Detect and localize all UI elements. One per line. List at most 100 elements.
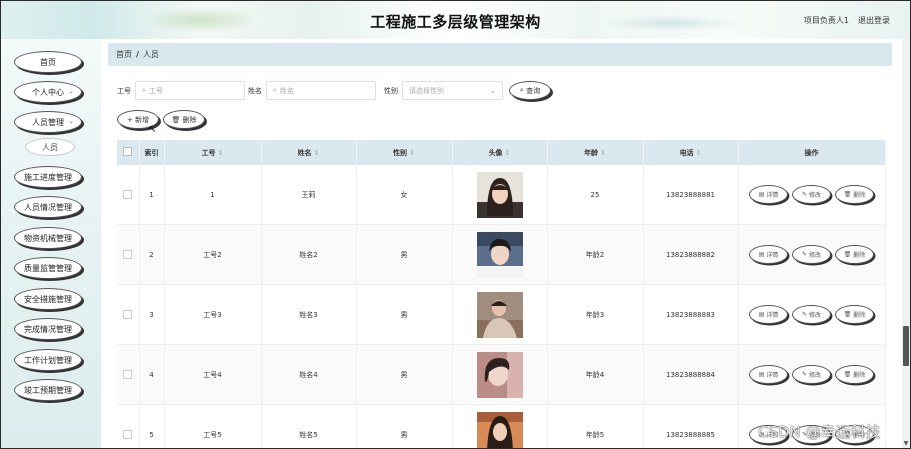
sidebar-item-completion-forecast[interactable]: 竣工预期管理 (14, 379, 82, 401)
sidebar-item-home[interactable]: 首页 (14, 51, 82, 73)
avatar (476, 171, 523, 218)
cell-gender: 男 (356, 224, 453, 285)
cell-gender: 男 (356, 344, 453, 405)
document-icon: ▤ (758, 311, 767, 318)
gonghao-placeholder: 工号 (148, 86, 163, 95)
row-delete-button-label: 删除 (853, 252, 866, 259)
table-row[interactable]: 4 工号4 姓名4 男年龄4 13823888884 ▤ 详情 ✎ 修改 🗑 删除 (117, 344, 886, 405)
row-checkbox[interactable] (117, 165, 140, 225)
breadcrumb: 首页 / 人员 (108, 43, 892, 66)
row-delete-button[interactable]: 🗑 删除 (835, 305, 874, 324)
detail-button[interactable]: ▤ 详情 (749, 185, 788, 204)
sidebar-item-personnel[interactable]: 人员管理 ⌄ (14, 111, 82, 133)
cell-gonghao: 工号2 (164, 224, 262, 285)
sidebar-item-plan[interactable]: 工作计划管理 (14, 349, 82, 371)
table-row[interactable]: 3 工号3 姓名3 男年龄3 13823888883 ▤ 详情 ✎ 修改 🗑 删除 (117, 284, 886, 345)
name-label: 姓名 (248, 87, 262, 95)
sidebar-item-safety[interactable]: 安全措施管理 (14, 288, 82, 310)
avatar (476, 351, 523, 398)
name-input[interactable]: ⌕ 姓名 (266, 81, 376, 100)
scroll-down-icon[interactable]: ▼ (903, 440, 909, 447)
sort-icon: ⇕ (600, 148, 606, 157)
sort-icon: ⇕ (217, 148, 224, 157)
avatar (476, 291, 523, 338)
logout-link[interactable]: 退出登录 (858, 15, 890, 26)
sidebar-item-profile[interactable]: 个人中心 ⌄ (14, 81, 82, 103)
sidebar-item-staff-status[interactable]: 人员情况管理 (14, 196, 82, 218)
sidebar-item-label: 个人中心 (32, 87, 64, 97)
cell-ops: ▤ 详情 ✎ 修改 🗑 删除 (738, 284, 886, 345)
sidebar-item-completion[interactable]: 完成情况管理 (14, 318, 82, 340)
col-age[interactable]: 年龄 ⇕ (547, 140, 644, 165)
row-delete-button[interactable]: 🗑 删除 (835, 365, 874, 384)
edit-button[interactable]: ✎ 修改 (792, 305, 831, 324)
search-bar: 工号 ⌕ 工号 姓名 ⌕ 姓名 性别 请选择性别 ⌄ ⌕ 查询 (117, 81, 877, 101)
col-name[interactable]: 姓名 ⇕ (261, 140, 357, 165)
sidebar-item-materials[interactable]: 物资机械管理 (14, 227, 82, 249)
scrollbar[interactable] (902, 39, 910, 448)
gender-label: 性别 (384, 87, 398, 95)
edit-button[interactable]: ✎ 修改 (792, 365, 831, 384)
personnel-table: 索引 工号 ⇕ 姓名 ⇕ 性别 ⇕ 头像 ⇕ 年龄 ⇕ 电话 ⇕ 操作 1 1 王莉女 25 138… (117, 140, 886, 448)
chevron-down-icon: ⌄ (68, 87, 74, 95)
sidebar-item-quality[interactable]: 质量监管管理 (14, 257, 82, 279)
cell-age: 年龄5 (547, 404, 644, 448)
edit-button[interactable]: ✎ 修改 (792, 245, 831, 264)
row-delete-button[interactable]: 🗑 删除 (835, 185, 874, 204)
table-row[interactable]: 1 1 王莉女 25 13823888881 ▤ 详情 ✎ 修改 🗑 删除 (117, 165, 886, 225)
col-gender[interactable]: 性别 ⇕ (356, 140, 453, 165)
col-avatar[interactable]: 头像 ⇕ (452, 140, 548, 165)
detail-button-label: 详情 (766, 312, 779, 319)
cell-gonghao: 工号3 (164, 284, 262, 345)
breadcrumb-current: 人员 (142, 50, 159, 59)
row-delete-button[interactable]: 🗑 删除 (835, 245, 874, 264)
cell-gender: 男 (356, 284, 453, 345)
sidebar: 首页 个人中心 ⌄ 人员管理 ⌄ 人员 施工进度管理 人员情况管理 物资机械管理 质… (1, 39, 101, 448)
detail-button[interactable]: ▤ 详情 (749, 365, 788, 384)
name-placeholder: 姓名 (279, 86, 294, 95)
query-button[interactable]: ⌕ 查询 (509, 81, 551, 100)
cell-gonghao: 1 (164, 165, 262, 225)
gender-select[interactable]: 请选择性别 ⌄ (402, 81, 503, 100)
row-checkbox[interactable] (117, 344, 140, 405)
current-user: 项目负责人1 (803, 16, 849, 25)
cell-index: 1 (139, 165, 165, 225)
cell-phone: 13823888883 (643, 284, 739, 345)
table-row[interactable]: 2 工号2 姓名2 男年龄2 13823888882 ▤ 详情 ✎ 修改 🗑 删除 (117, 224, 886, 285)
edit-button[interactable]: ✎ 修改 (792, 185, 831, 204)
col-phone[interactable]: 电话 ⇕ (643, 140, 739, 165)
row-checkbox[interactable] (117, 284, 140, 345)
trash-icon: 🗑 (843, 191, 854, 198)
detail-button-label: 详情 (766, 372, 779, 379)
avatar (476, 231, 523, 278)
pencil-icon: ✎ (802, 311, 809, 318)
scrollbar-thumb[interactable] (903, 326, 909, 366)
sidebar-item-label: 人员情况管理 (24, 202, 72, 212)
detail-button[interactable]: ▤ 详情 (749, 305, 788, 324)
sidebar-item-progress[interactable]: 施工进度管理 (14, 166, 82, 188)
sidebar-item-label: 竣工预期管理 (24, 385, 72, 395)
search-icon: ⌕ (142, 86, 146, 94)
top-bar: 工程施工多层级管理架构 项目负责人1 退出登录 (1, 1, 910, 39)
row-delete-button-label: 删除 (853, 312, 866, 319)
row-checkbox[interactable] (117, 224, 140, 285)
select-all-checkbox[interactable] (117, 140, 140, 165)
cell-phone: 13823888881 (643, 165, 739, 225)
gonghao-input[interactable]: ⌕ 工号 (135, 81, 245, 100)
col-gonghao[interactable]: 工号 ⇕ (164, 140, 262, 165)
delete-button[interactable]: 🗑 删除 (163, 110, 205, 129)
sidebar-item-label: 人员管理 (32, 117, 64, 127)
app-title: 工程施工多层级管理架构 (370, 13, 541, 31)
sidebar-subitem-personnel[interactable]: 人员 (25, 138, 75, 156)
col-ops: 操作 (738, 140, 886, 165)
table-header-row: 索引 工号 ⇕ 姓名 ⇕ 性别 ⇕ 头像 ⇕ 年龄 ⇕ 电话 ⇕ 操作 (117, 140, 886, 165)
row-delete-button-label: 删除 (853, 192, 866, 199)
detail-button[interactable]: ▤ 详情 (749, 245, 788, 264)
edit-button-label: 修改 (808, 192, 821, 199)
breadcrumb-separator: / (136, 50, 139, 59)
row-checkbox[interactable] (117, 404, 140, 448)
breadcrumb-home[interactable]: 首页 (116, 49, 132, 60)
cell-phone: 13823888882 (643, 224, 739, 285)
query-button-label: 查询 (526, 86, 541, 95)
document-icon: ▤ (758, 191, 767, 198)
